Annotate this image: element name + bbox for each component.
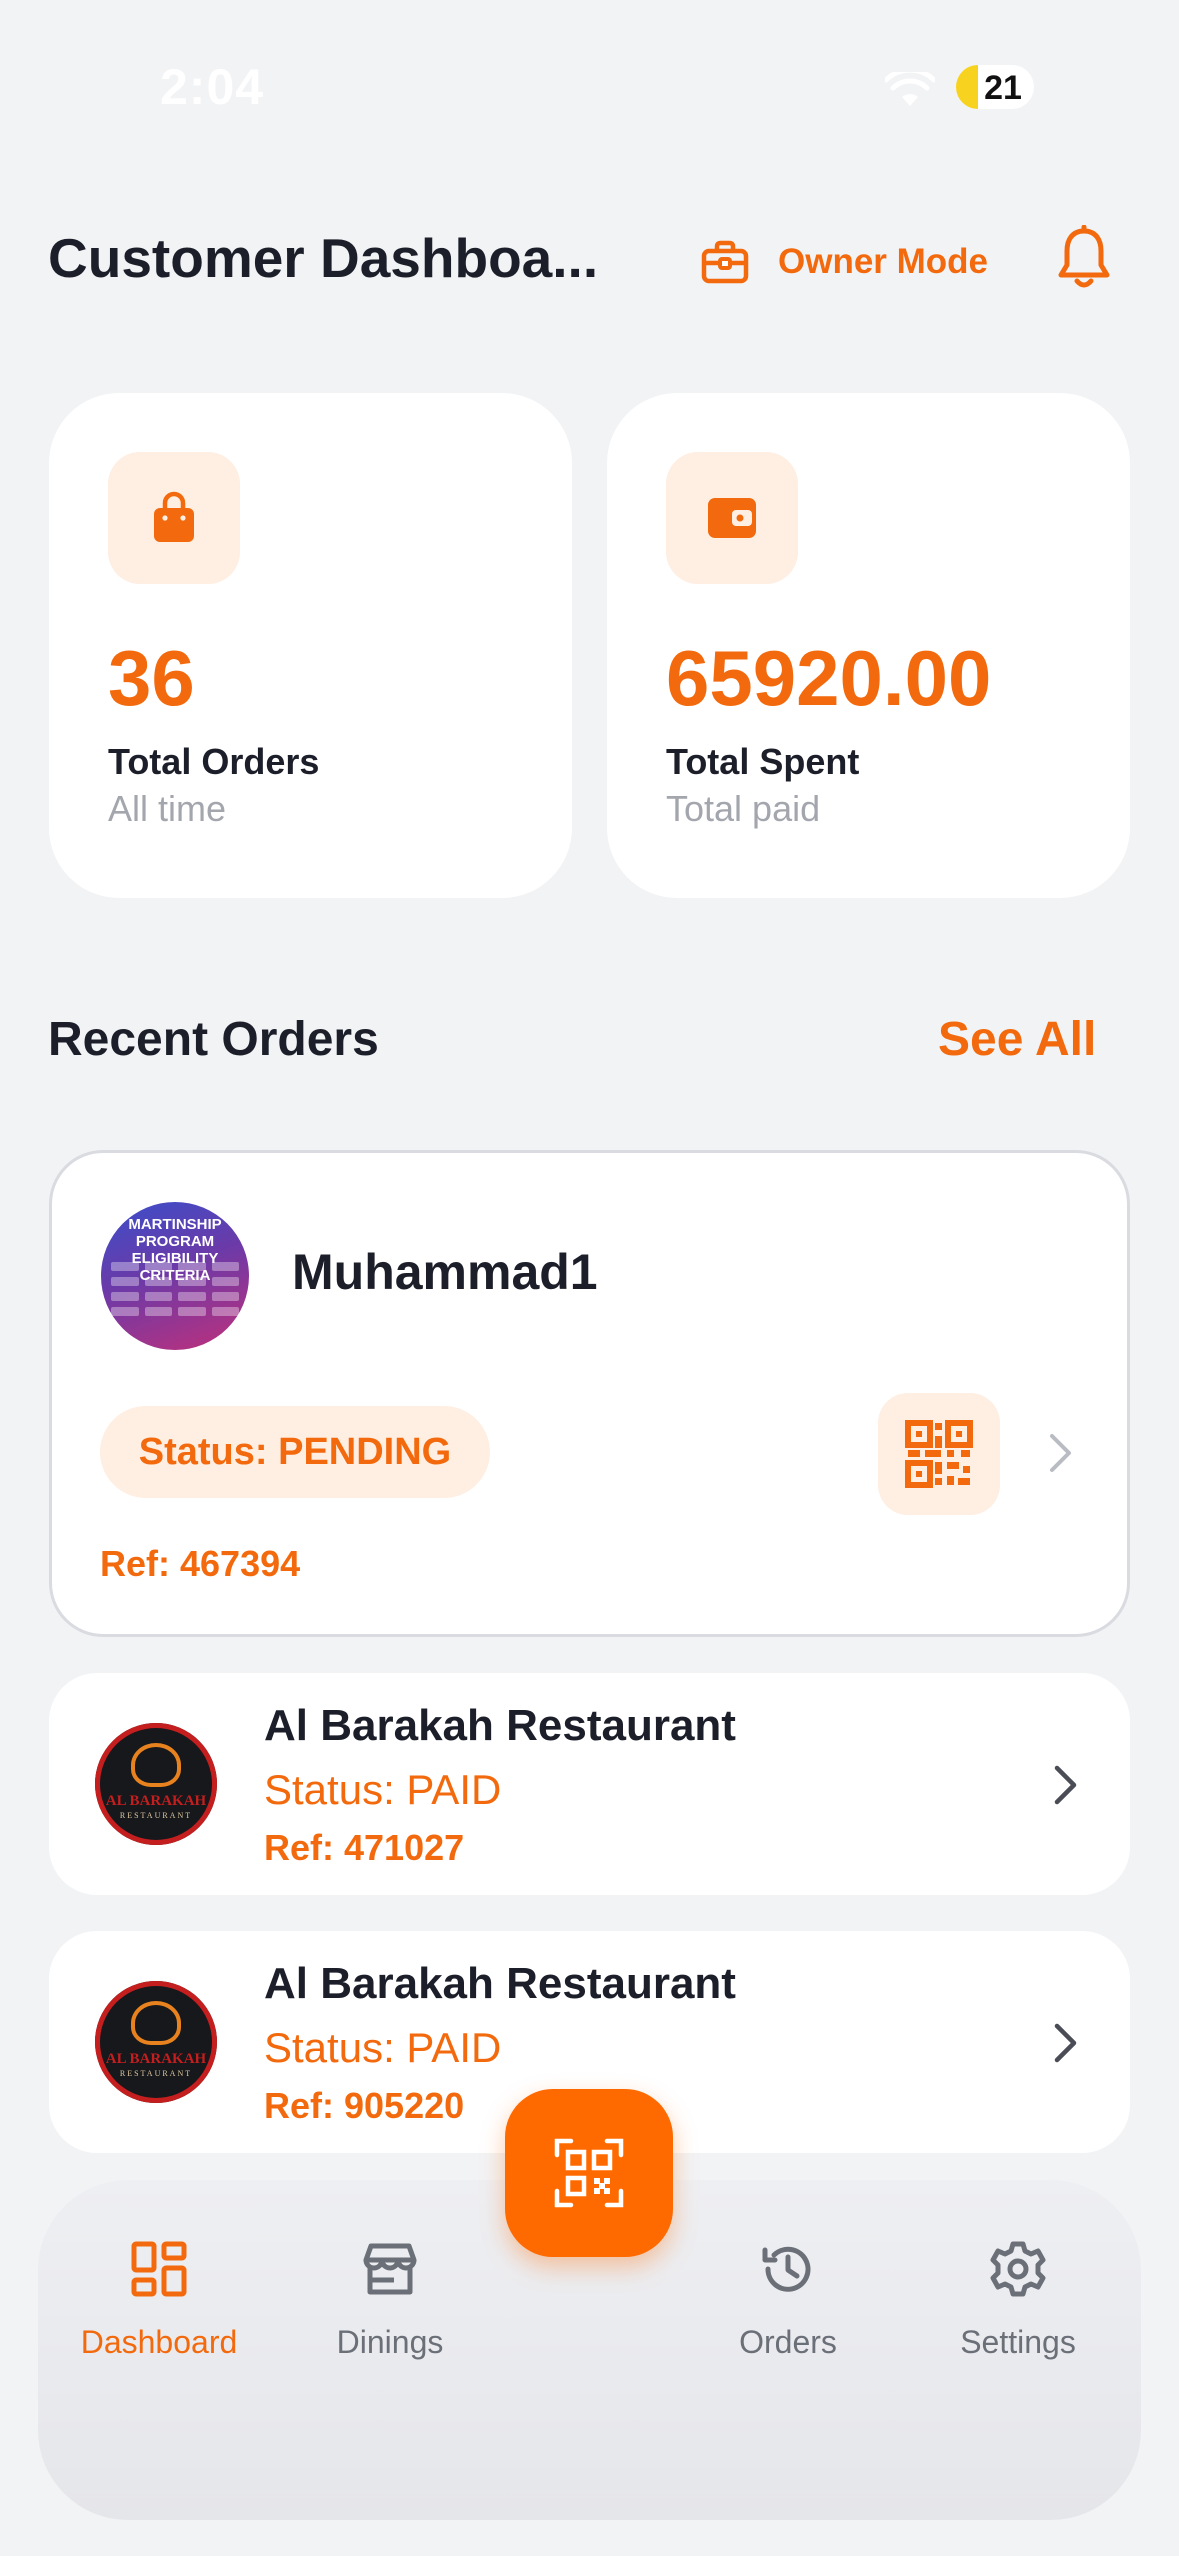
dashboard-icon (131, 2241, 187, 2297)
history-icon (762, 2246, 811, 2292)
store-icon (363, 2243, 417, 2295)
order-customer-name: Muhammad1 (292, 1244, 598, 1300)
scan-button[interactable] (505, 2089, 673, 2257)
avatar-grid (111, 1262, 239, 1316)
total-spent-value: 65920.00 (666, 634, 992, 722)
logo-text: AL BARAKAH (105, 2051, 207, 2067)
order-status: Status: PAID (264, 1766, 502, 1813)
qr-scan-icon (554, 2138, 624, 2208)
nav-label-settings: Settings (960, 2324, 1076, 2360)
nav-label-dashboard: Dashboard (80, 2324, 238, 2360)
chef-hat-icon (131, 1743, 181, 1787)
wallet-icon (708, 498, 756, 538)
chevron-right-icon (1054, 1765, 1077, 1805)
chevron-right-icon (1054, 2023, 1077, 2063)
avatar: MARTINSHIP PROGRAM ELIGIBILITY CRITERIA (101, 1202, 249, 1350)
bell-icon[interactable] (1055, 225, 1113, 291)
qr-code-button[interactable] (878, 1393, 1000, 1515)
order-ref: Ref: 905220 (264, 2085, 465, 2126)
total-spent-label: Total Spent (666, 741, 860, 782)
nav-item-dinings[interactable]: Dinings (295, 2240, 485, 2380)
qr-code-icon (905, 1420, 973, 1488)
recent-orders-title: Recent Orders (48, 1013, 379, 1066)
gear-icon (990, 2241, 1046, 2297)
order-ref: Ref: 467394 (100, 1543, 301, 1584)
see-all-link[interactable]: See All (938, 1012, 1096, 1067)
shopping-bag-icon-box (108, 452, 240, 584)
nav-item-settings[interactable]: Settings (923, 2240, 1113, 2380)
battery-level: 21 (984, 69, 1022, 107)
battery-icon: 21 (956, 65, 1034, 109)
total-spent-card[interactable]: 65920.00 Total Spent Total paid (607, 393, 1130, 898)
restaurant-name: Al Barakah Restaurant (264, 1701, 736, 1750)
nav-item-dashboard[interactable]: Dashboard (64, 2240, 254, 2380)
nav-item-orders[interactable]: Orders (693, 2240, 883, 2380)
owner-mode-button[interactable]: Owner Mode (700, 232, 988, 292)
total-orders-sub: All time (108, 788, 227, 829)
restaurant-name: Al Barakah Restaurant (264, 1959, 736, 2008)
total-orders-card[interactable]: 36 Total Orders All time (49, 393, 572, 898)
chef-hat-icon (131, 2001, 181, 2045)
status-badge: Status: PENDING (100, 1406, 490, 1498)
nav-label-dinings: Dinings (336, 2324, 444, 2360)
order-status: Status: PAID (264, 2024, 502, 2071)
logo-sub: RESTAURANT (119, 1811, 193, 1820)
status-time: 2:04 (160, 59, 265, 115)
order-card-featured[interactable]: MARTINSHIP PROGRAM ELIGIBILITY CRITERIA … (49, 1150, 1130, 1637)
wifi-icon (885, 72, 935, 106)
order-row[interactable]: AL BARAKAH RESTAURANT Al Barakah Restaur… (49, 1673, 1130, 1895)
page-title: Customer Dashboa... (48, 227, 599, 289)
restaurant-logo: AL BARAKAH RESTAURANT (95, 1723, 217, 1845)
briefcase-icon (701, 240, 749, 284)
owner-mode-label: Owner Mode (778, 242, 989, 281)
restaurant-logo: AL BARAKAH RESTAURANT (95, 1981, 217, 2103)
shopping-bag-icon (154, 491, 194, 542)
total-spent-sub: Total paid (666, 788, 821, 829)
total-orders-value: 36 (108, 634, 195, 722)
logo-sub: RESTAURANT (119, 2069, 193, 2078)
nav-label-orders: Orders (739, 2324, 837, 2360)
order-ref: Ref: 471027 (264, 1827, 465, 1868)
chevron-right-icon (1050, 1434, 1071, 1472)
total-orders-label: Total Orders (108, 741, 320, 782)
logo-text: AL BARAKAH (105, 1793, 207, 1809)
wallet-icon-box (666, 452, 798, 584)
